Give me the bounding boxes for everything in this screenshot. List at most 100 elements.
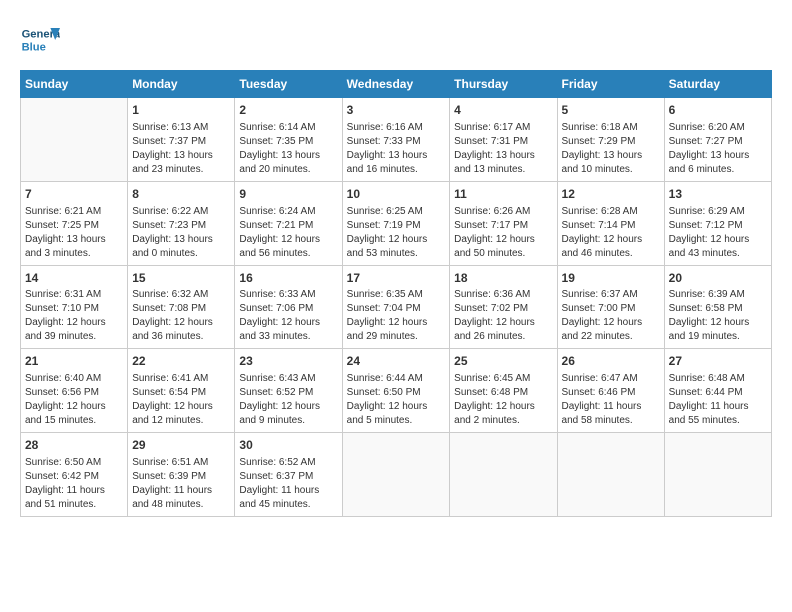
calendar-cell: 30Sunrise: 6:52 AM Sunset: 6:37 PM Dayli… — [235, 433, 342, 517]
calendar-cell: 2 Sunrise: 6:14 AM Sunset: 7:35 PM Daylig… — [235, 98, 342, 182]
day-number: 30 — [239, 437, 337, 454]
calendar-cell: 5 Sunrise: 6:18 AM Sunset: 7:29 PM Daylig… — [557, 98, 664, 182]
day-number: 11 — [454, 186, 552, 203]
day-number: 7 — [25, 186, 123, 203]
cell-content: Sunrise: 6:16 AM Sunset: 7:33 PM Dayligh… — [347, 121, 446, 177]
cell-content: Sunrise: 6:47 AM Sunset: 6:46 PM Dayligh… — [562, 372, 660, 428]
day-number: 8 — [132, 186, 230, 203]
day-number: 22 — [132, 353, 230, 370]
calendar-cell: 14Sunrise: 6:31 AM Sunset: 7:10 PM Dayli… — [21, 265, 128, 349]
cell-content: Sunrise: 6:43 AM Sunset: 6:52 PM Dayligh… — [239, 372, 337, 428]
day-number: 25 — [454, 353, 552, 370]
calendar-cell: 25 Sunrise: 6:45 AM Sunset: 6:48 PM Dayli… — [450, 349, 557, 433]
cell-content: Sunrise: 6:25 AM Sunset: 7:19 PM Dayligh… — [347, 205, 446, 261]
calendar-cell: 12 Sunrise: 6:28 AM Sunset: 7:14 PM Dayli… — [557, 181, 664, 265]
day-number: 19 — [562, 270, 660, 287]
header-day-saturday: Saturday — [664, 71, 771, 98]
calendar-cell — [664, 433, 771, 517]
day-number: 14 — [25, 270, 123, 287]
page-header: General Blue — [20, 20, 772, 60]
calendar-cell: 3 Sunrise: 6:16 AM Sunset: 7:33 PM Daylig… — [342, 98, 450, 182]
logo-icon: General Blue — [20, 20, 60, 60]
calendar-cell: 9 Sunrise: 6:24 AM Sunset: 7:21 PM Daylig… — [235, 181, 342, 265]
cell-content: Sunrise: 6:26 AM Sunset: 7:17 PM Dayligh… — [454, 205, 552, 261]
calendar-cell: 21 Sunrise: 6:40 AM Sunset: 6:56 PM Dayli… — [21, 349, 128, 433]
calendar-cell: 29 Sunrise: 6:51 AM Sunset: 6:39 PM Dayli… — [128, 433, 235, 517]
cell-content: Sunrise: 6:13 AM Sunset: 7:37 PM Dayligh… — [132, 121, 230, 177]
calendar-cell — [450, 433, 557, 517]
day-number: 26 — [562, 353, 660, 370]
day-number: 15 — [132, 270, 230, 287]
cell-content: Sunrise: 6:32 AM Sunset: 7:08 PM Dayligh… — [132, 288, 230, 344]
calendar-cell: 8Sunrise: 6:22 AM Sunset: 7:23 PM Daylig… — [128, 181, 235, 265]
calendar-cell: 26 Sunrise: 6:47 AM Sunset: 6:46 PM Dayli… — [557, 349, 664, 433]
cell-content: Sunrise: 6:33 AM Sunset: 7:06 PM Dayligh… — [239, 288, 337, 344]
cell-content: Sunrise: 6:21 AM Sunset: 7:25 PM Dayligh… — [25, 205, 123, 261]
day-number: 1 — [132, 102, 230, 119]
header-day-tuesday: Tuesday — [235, 71, 342, 98]
calendar-cell: 23Sunrise: 6:43 AM Sunset: 6:52 PM Dayli… — [235, 349, 342, 433]
calendar-header: SundayMondayTuesdayWednesdayThursdayFrid… — [21, 71, 772, 98]
day-number: 2 — [239, 102, 337, 119]
cell-content: Sunrise: 6:31 AM Sunset: 7:10 PM Dayligh… — [25, 288, 123, 344]
day-number: 13 — [669, 186, 767, 203]
cell-content: Sunrise: 6:18 AM Sunset: 7:29 PM Dayligh… — [562, 121, 660, 177]
day-number: 3 — [347, 102, 446, 119]
calendar-cell: 17Sunrise: 6:35 AM Sunset: 7:04 PM Dayli… — [342, 265, 450, 349]
day-number: 20 — [669, 270, 767, 287]
cell-content: Sunrise: 6:51 AM Sunset: 6:39 PM Dayligh… — [132, 456, 230, 512]
cell-content: Sunrise: 6:48 AM Sunset: 6:44 PM Dayligh… — [669, 372, 767, 428]
cell-content: Sunrise: 6:35 AM Sunset: 7:04 PM Dayligh… — [347, 288, 446, 344]
cell-content: Sunrise: 6:20 AM Sunset: 7:27 PM Dayligh… — [669, 121, 767, 177]
day-number: 29 — [132, 437, 230, 454]
day-number: 24 — [347, 353, 446, 370]
cell-content: Sunrise: 6:40 AM Sunset: 6:56 PM Dayligh… — [25, 372, 123, 428]
header-day-thursday: Thursday — [450, 71, 557, 98]
calendar-cell: 24 Sunrise: 6:44 AM Sunset: 6:50 PM Dayli… — [342, 349, 450, 433]
calendar-cell: 10 Sunrise: 6:25 AM Sunset: 7:19 PM Dayli… — [342, 181, 450, 265]
week-row-2: 7 Sunrise: 6:21 AM Sunset: 7:25 PM Daylig… — [21, 181, 772, 265]
calendar-cell: 19Sunrise: 6:37 AM Sunset: 7:00 PM Dayli… — [557, 265, 664, 349]
calendar-cell — [21, 98, 128, 182]
cell-content: Sunrise: 6:36 AM Sunset: 7:02 PM Dayligh… — [454, 288, 552, 344]
day-number: 21 — [25, 353, 123, 370]
calendar-cell: 28Sunrise: 6:50 AM Sunset: 6:42 PM Dayli… — [21, 433, 128, 517]
calendar-cell: 13Sunrise: 6:29 AM Sunset: 7:12 PM Dayli… — [664, 181, 771, 265]
cell-content: Sunrise: 6:39 AM Sunset: 6:58 PM Dayligh… — [669, 288, 767, 344]
logo: General Blue — [20, 20, 64, 60]
calendar-cell — [557, 433, 664, 517]
day-number: 4 — [454, 102, 552, 119]
calendar-cell: 6 Sunrise: 6:20 AM Sunset: 7:27 PM Daylig… — [664, 98, 771, 182]
day-number: 17 — [347, 270, 446, 287]
cell-content: Sunrise: 6:44 AM Sunset: 6:50 PM Dayligh… — [347, 372, 446, 428]
calendar-table: SundayMondayTuesdayWednesdayThursdayFrid… — [20, 70, 772, 517]
calendar-cell: 16Sunrise: 6:33 AM Sunset: 7:06 PM Dayli… — [235, 265, 342, 349]
calendar-cell: 15Sunrise: 6:32 AM Sunset: 7:08 PM Dayli… — [128, 265, 235, 349]
cell-content: Sunrise: 6:14 AM Sunset: 7:35 PM Dayligh… — [239, 121, 337, 177]
week-row-3: 14Sunrise: 6:31 AM Sunset: 7:10 PM Dayli… — [21, 265, 772, 349]
svg-text:Blue: Blue — [22, 41, 46, 53]
calendar-cell: 11 Sunrise: 6:26 AM Sunset: 7:17 PM Dayli… — [450, 181, 557, 265]
day-number: 12 — [562, 186, 660, 203]
day-number: 9 — [239, 186, 337, 203]
header-row: SundayMondayTuesdayWednesdayThursdayFrid… — [21, 71, 772, 98]
week-row-5: 28Sunrise: 6:50 AM Sunset: 6:42 PM Dayli… — [21, 433, 772, 517]
calendar-cell: 18Sunrise: 6:36 AM Sunset: 7:02 PM Dayli… — [450, 265, 557, 349]
calendar-cell: 22 Sunrise: 6:41 AM Sunset: 6:54 PM Dayli… — [128, 349, 235, 433]
cell-content: Sunrise: 6:41 AM Sunset: 6:54 PM Dayligh… — [132, 372, 230, 428]
cell-content: Sunrise: 6:28 AM Sunset: 7:14 PM Dayligh… — [562, 205, 660, 261]
day-number: 18 — [454, 270, 552, 287]
week-row-1: 1 Sunrise: 6:13 AM Sunset: 7:37 PM Daylig… — [21, 98, 772, 182]
cell-content: Sunrise: 6:45 AM Sunset: 6:48 PM Dayligh… — [454, 372, 552, 428]
day-number: 10 — [347, 186, 446, 203]
week-row-4: 21 Sunrise: 6:40 AM Sunset: 6:56 PM Dayli… — [21, 349, 772, 433]
cell-content: Sunrise: 6:24 AM Sunset: 7:21 PM Dayligh… — [239, 205, 337, 261]
calendar-cell: 20Sunrise: 6:39 AM Sunset: 6:58 PM Dayli… — [664, 265, 771, 349]
calendar-cell — [342, 433, 450, 517]
day-number: 6 — [669, 102, 767, 119]
day-number: 27 — [669, 353, 767, 370]
header-day-friday: Friday — [557, 71, 664, 98]
day-number: 5 — [562, 102, 660, 119]
calendar-body: 1 Sunrise: 6:13 AM Sunset: 7:37 PM Daylig… — [21, 98, 772, 517]
header-day-sunday: Sunday — [21, 71, 128, 98]
